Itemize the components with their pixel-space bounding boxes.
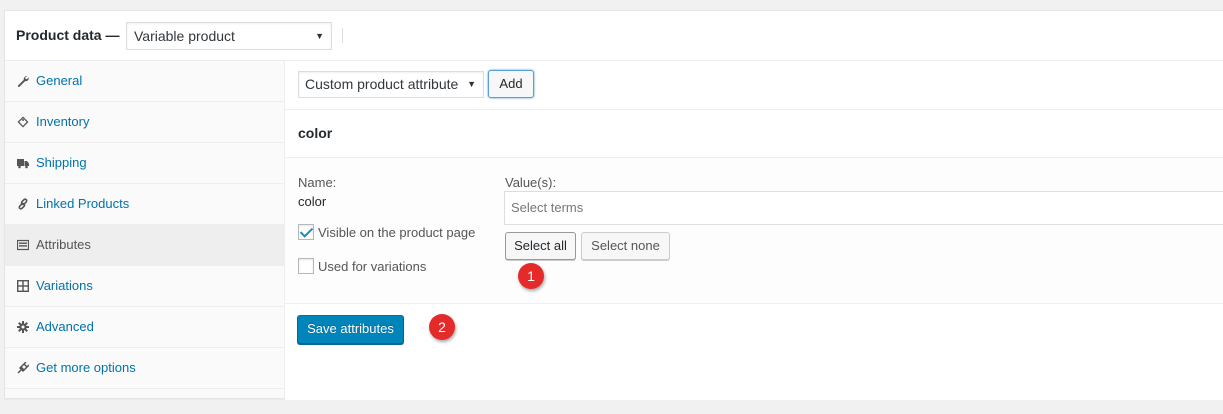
tab-label: Variations	[36, 278, 93, 293]
select-none-button[interactable]: Select none	[581, 232, 670, 260]
header-divider	[342, 28, 343, 43]
attribute-heading[interactable]: color	[285, 110, 1223, 158]
used-for-variations-label: Used for variations	[318, 258, 427, 274]
truck-icon	[16, 143, 30, 183]
name-label: Name:	[298, 175, 337, 190]
plugin-icon	[16, 348, 30, 388]
attribute-name-value: color	[298, 194, 327, 209]
product-type-value: Variable product	[134, 28, 235, 44]
attributes-toolbar: Custom product attribute ▼ Add	[285, 61, 1223, 110]
tab-label: Get more options	[36, 360, 136, 375]
dropdown-arrow-icon: ▼	[315, 31, 324, 41]
attributes-panel: Custom product attribute ▼ Add color Nam…	[285, 61, 1223, 400]
wrench-icon	[16, 61, 30, 101]
product-data-panel: Product data — Variable product ▼ Genera…	[4, 10, 1223, 400]
terms-placeholder: Select terms	[511, 200, 584, 215]
save-attributes-button[interactable]: Save attributes	[297, 315, 404, 344]
step-marker-2: 2	[429, 314, 455, 340]
dropdown-arrow-icon: ▼	[467, 79, 476, 89]
tab-label: Shipping	[36, 155, 87, 170]
attribute-taxonomy-select[interactable]: Custom product attribute ▼	[298, 71, 484, 98]
grid-icon	[16, 266, 30, 306]
terms-select-input[interactable]: Select terms	[504, 191, 1223, 225]
panel-header: Product data — Variable product ▼	[5, 11, 1223, 61]
tab-label: Attributes	[36, 237, 91, 252]
tab-advanced[interactable]: Advanced	[5, 307, 284, 348]
product-data-title: Product data —	[16, 27, 120, 43]
tab-label: Advanced	[36, 319, 94, 334]
list-icon	[16, 225, 30, 265]
visible-on-product-page-label: Visible on the product page	[318, 224, 476, 240]
used-for-variations-checkbox[interactable]	[298, 258, 314, 274]
product-type-select[interactable]: Variable product ▼	[126, 22, 332, 50]
gear-icon	[16, 307, 30, 347]
tab-label: Linked Products	[36, 196, 130, 211]
tab-attributes[interactable]: Attributes	[5, 225, 284, 266]
used-for-variations-row: Used for variations	[298, 258, 426, 274]
product-data-tabs: General Inventory Shipping Linked Produc…	[5, 61, 285, 398]
tab-variations[interactable]: Variations	[5, 266, 284, 307]
add-attribute-button[interactable]: Add	[488, 70, 534, 98]
visible-on-product-page-checkbox[interactable]	[298, 224, 314, 240]
tab-get-more-options[interactable]: Get more options	[5, 348, 284, 389]
attributes-footer: Save attributes	[285, 304, 1223, 400]
visible-on-product-page-row: Visible on the product page	[298, 224, 475, 240]
tab-shipping[interactable]: Shipping	[5, 143, 284, 184]
tab-general[interactable]: General	[5, 61, 284, 102]
step-marker-1: 1	[518, 263, 544, 289]
tab-linked-products[interactable]: Linked Products	[5, 184, 284, 225]
attribute-body: Name: color Value(s): Select terms Visib…	[285, 158, 1223, 304]
tab-inventory[interactable]: Inventory	[5, 102, 284, 143]
tag-icon	[16, 102, 30, 142]
link-icon	[16, 184, 30, 224]
values-label: Value(s):	[505, 175, 557, 190]
tab-label: General	[36, 73, 83, 88]
attribute-type-value: Custom product attribute	[305, 76, 459, 92]
attribute-title: color	[298, 125, 333, 141]
select-all-button[interactable]: Select all	[505, 232, 576, 260]
tab-label: Inventory	[36, 114, 90, 129]
